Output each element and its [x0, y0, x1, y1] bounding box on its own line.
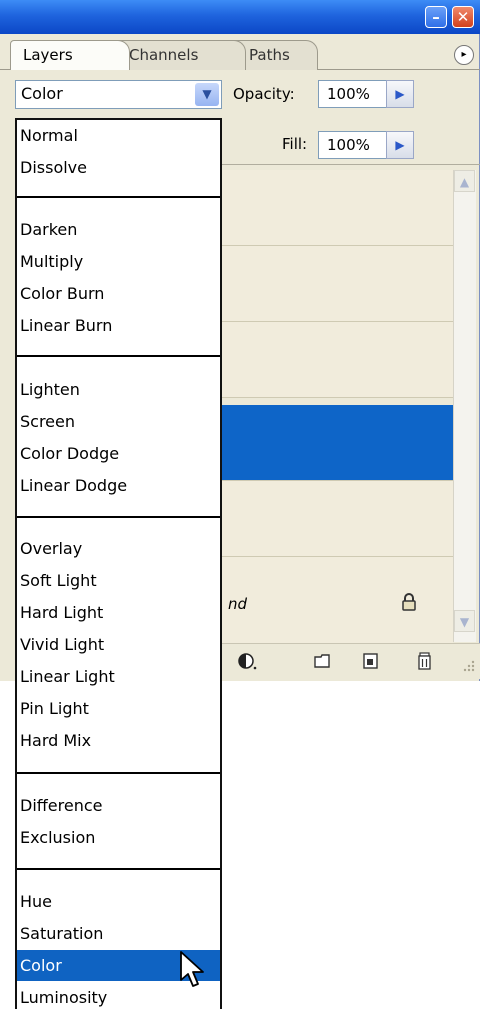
fill-slider-arrow-icon[interactable]: ▶ [386, 131, 414, 159]
panel-menu-icon[interactable]: ▸ [454, 45, 474, 65]
layer-row[interactable] [222, 322, 453, 398]
menu-item-normal[interactable]: Normal [17, 120, 220, 151]
title-bar: – ✕ [0, 0, 480, 34]
menu-item-linear-light[interactable]: Linear Light [17, 661, 220, 692]
layer-row[interactable] [222, 481, 453, 557]
menu-item-darken[interactable]: Darken [17, 214, 220, 245]
menu-item-saturation[interactable]: Saturation [17, 918, 220, 949]
menu-separator [17, 772, 220, 774]
scroll-down-icon[interactable]: ▼ [454, 610, 475, 632]
menu-item-screen[interactable]: Screen [17, 406, 220, 437]
menu-separator [17, 355, 220, 357]
blend-mode-select[interactable]: Color ▼ [15, 80, 222, 109]
folder-icon[interactable] [312, 650, 334, 672]
tab-channels[interactable]: Channels [112, 40, 246, 70]
scrollbar[interactable]: ▲ ▼ [453, 170, 476, 642]
layer-row-background[interactable] [222, 557, 453, 643]
tab-layers[interactable]: Layers [10, 40, 130, 70]
menu-separator [17, 868, 220, 870]
menu-separator [17, 516, 220, 518]
menu-item-linear-dodge[interactable]: Linear Dodge [17, 470, 220, 501]
opacity-input[interactable]: 100% [318, 80, 388, 108]
menu-item-color-burn[interactable]: Color Burn [17, 278, 220, 309]
close-icon[interactable]: ✕ [452, 6, 474, 28]
resize-grip-icon[interactable] [460, 658, 476, 674]
trash-icon[interactable] [414, 650, 436, 672]
blend-mode-value: Color [21, 84, 63, 103]
scroll-up-icon[interactable]: ▲ [454, 170, 475, 192]
menu-item-hard-mix[interactable]: Hard Mix [17, 725, 220, 756]
layer-row-selected[interactable] [222, 405, 453, 481]
chevron-down-icon[interactable]: ▼ [195, 83, 219, 106]
layer-row[interactable] [222, 246, 453, 322]
layers-bottom-toolbar [222, 643, 480, 679]
new-layer-icon[interactable] [360, 650, 382, 672]
adjustment-layer-icon[interactable] [236, 650, 258, 672]
opacity-label: Opacity: [233, 85, 295, 103]
minimize-icon[interactable]: – [425, 6, 447, 28]
fill-label: Fill: [282, 135, 308, 153]
menu-item-overlay[interactable]: Overlay [17, 533, 220, 564]
opacity-slider-arrow-icon[interactable]: ▶ [386, 80, 414, 108]
menu-item-soft-light[interactable]: Soft Light [17, 565, 220, 596]
menu-item-color-dodge[interactable]: Color Dodge [17, 438, 220, 469]
layer-row[interactable] [222, 170, 453, 246]
menu-item-lighten[interactable]: Lighten [17, 374, 220, 405]
menu-item-dissolve[interactable]: Dissolve [17, 152, 220, 183]
blend-mode-menu: Normal Dissolve Darken Multiply Color Bu… [15, 118, 222, 1009]
toolbar-divider [200, 164, 480, 165]
lock-icon [402, 593, 416, 611]
menu-item-difference[interactable]: Difference [17, 790, 220, 821]
fill-input[interactable]: 100% [318, 131, 388, 159]
layer-name: nd [228, 595, 248, 613]
menu-item-hard-light[interactable]: Hard Light [17, 597, 220, 628]
menu-item-linear-burn[interactable]: Linear Burn [17, 310, 220, 341]
menu-item-pin-light[interactable]: Pin Light [17, 693, 220, 724]
menu-item-exclusion[interactable]: Exclusion [17, 822, 220, 853]
mouse-cursor-icon [180, 951, 204, 987]
menu-item-vivid-light[interactable]: Vivid Light [17, 629, 220, 660]
menu-separator [17, 196, 220, 198]
menu-item-hue[interactable]: Hue [17, 886, 220, 917]
menu-item-multiply[interactable]: Multiply [17, 246, 220, 277]
